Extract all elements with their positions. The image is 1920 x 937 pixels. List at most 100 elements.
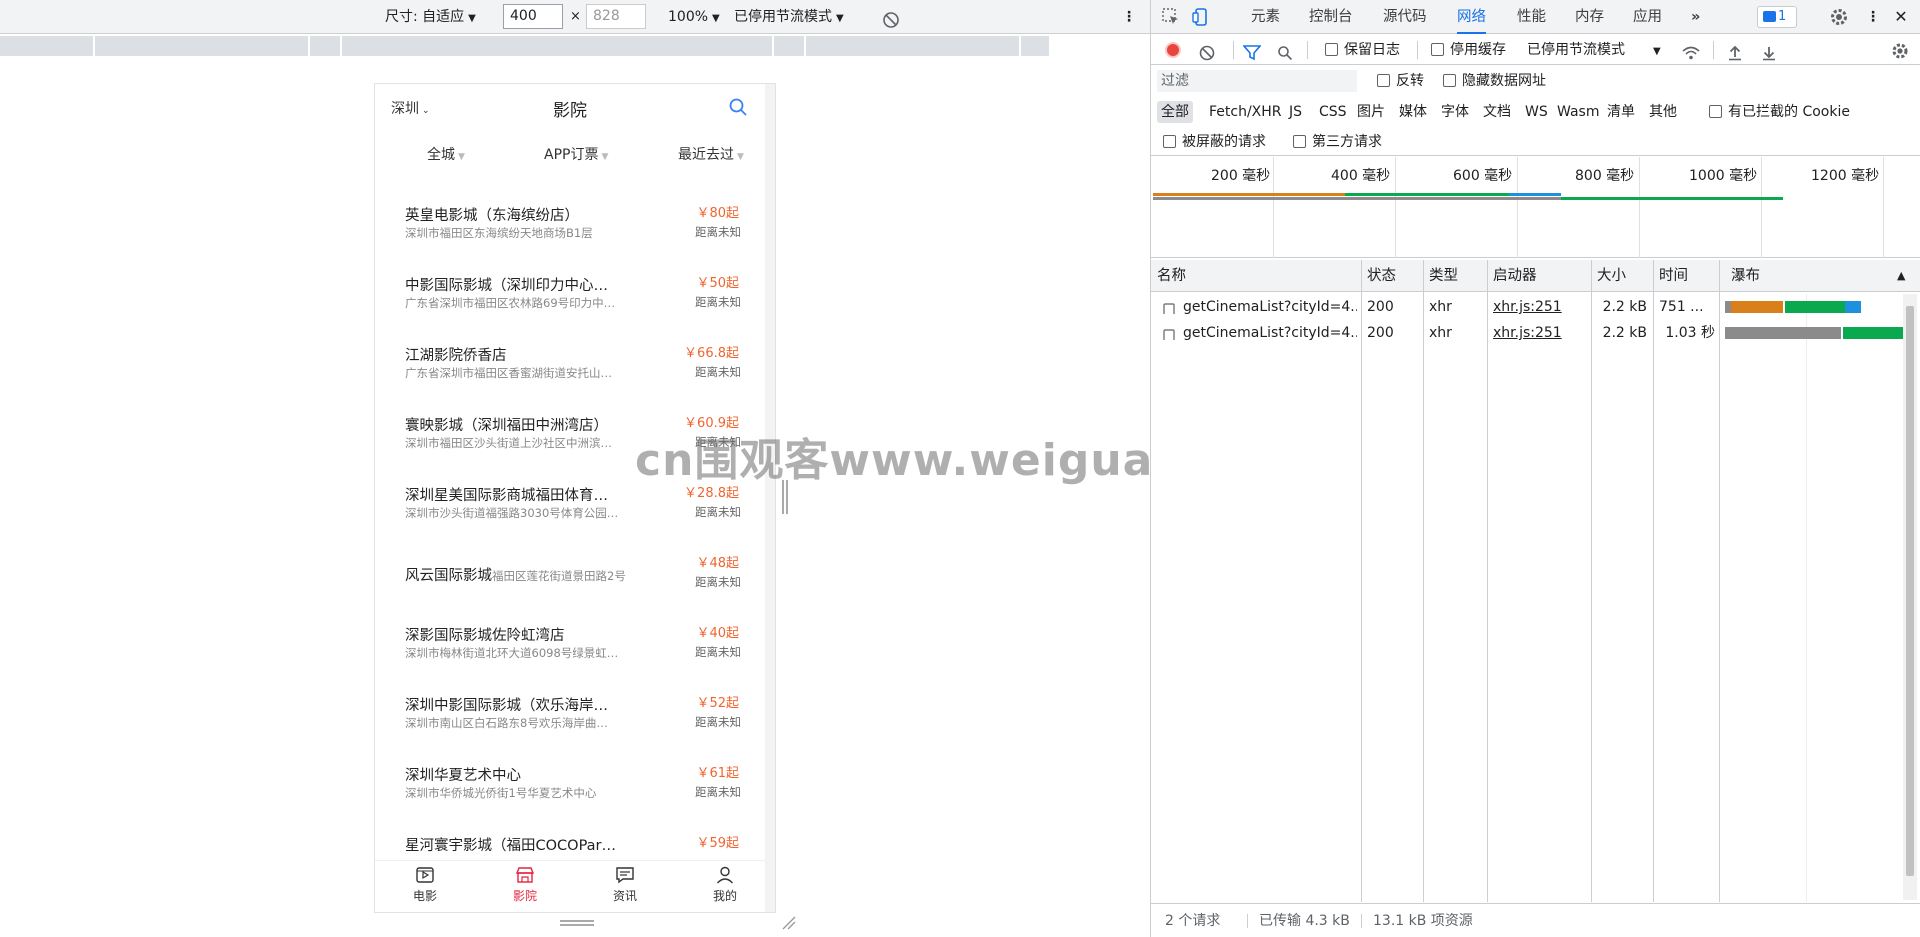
tab-elements[interactable]: 元素 (1251, 0, 1280, 34)
type-filter-ws[interactable]: WS (1521, 101, 1552, 123)
hide-data-urls-checkbox[interactable]: 隐藏数据网址 (1443, 66, 1546, 96)
more-options-icon[interactable]: ⋮ (1863, 7, 1883, 27)
search-icon[interactable] (1277, 42, 1293, 61)
column-time[interactable]: 时间 (1653, 260, 1688, 292)
inspect-element-icon[interactable] (1161, 7, 1181, 27)
search-icon[interactable] (727, 96, 749, 118)
clear-icon[interactable] (1199, 42, 1215, 61)
rotate-icon[interactable] (882, 8, 900, 28)
tab-cinema[interactable]: 影院 (495, 865, 555, 904)
import-har-icon[interactable] (1727, 42, 1743, 61)
column-waterfall[interactable]: 瀑布 (1725, 260, 1760, 292)
checkbox[interactable] (1377, 74, 1390, 87)
type-filter-manifest[interactable]: 清单 (1603, 101, 1639, 123)
type-filter-img[interactable]: 图片 (1353, 101, 1389, 123)
page-title: 影院 (553, 101, 587, 121)
devtools-panel: 元素 控制台 源代码 网络 性能 内存 应用 » 1 ⋮ ✕ 保留日志 停用缓存 (1150, 0, 1920, 937)
cinema-item[interactable]: 英皇电影城（东海缤纷店） 深圳市福田区东海缤纷天地商场B1层 ￥80起 距离未知 (375, 194, 765, 264)
zoom-dropdown[interactable]: 100% ▼ (668, 0, 720, 34)
settings-gear-icon[interactable] (1829, 7, 1849, 27)
device-throttle-dropdown[interactable]: 已停用节流模式 ▼ (734, 0, 844, 34)
table-row[interactable]: getCinemaList?cityId=4... 200 xhr xhr.js… (1151, 294, 1920, 320)
close-icon[interactable]: ✕ (1891, 7, 1911, 27)
cinema-item[interactable]: 深圳华夏艺术中心 深圳市华侨城光侨街1号华夏艺术中心 ￥61起 距离未知 (375, 754, 765, 824)
preserve-log-checkbox[interactable]: 保留日志 (1325, 35, 1400, 65)
checkbox[interactable] (1709, 105, 1722, 118)
cinema-item[interactable]: 深圳中影国际影城（欢乐海岸… 深圳市南山区白石路东8号欢乐海岸曲… ￥52起 距… (375, 684, 765, 754)
export-har-icon[interactable] (1761, 42, 1777, 61)
column-status[interactable]: 状态 (1361, 260, 1396, 292)
device-size-dropdown[interactable]: 尺寸: 自适应 ▼ (385, 0, 476, 34)
invert-checkbox[interactable]: 反转 (1377, 66, 1424, 96)
network-throttle-dropdown[interactable]: 已停用节流模式 ▼ (1527, 35, 1661, 65)
type-filter-css[interactable]: CSS (1315, 101, 1351, 123)
request-name[interactable]: getCinemaList?cityId=4... (1183, 320, 1357, 346)
request-initiator-link[interactable]: xhr.js:251 (1493, 294, 1562, 320)
tab-mine[interactable]: 我的 (695, 865, 755, 904)
checkbox[interactable] (1163, 135, 1176, 148)
table-row[interactable]: getCinemaList?cityId=4... 200 xhr xhr.js… (1151, 320, 1920, 346)
checkbox[interactable] (1431, 43, 1444, 56)
type-filter-media[interactable]: 媒体 (1395, 101, 1431, 123)
type-filter-font[interactable]: 字体 (1437, 101, 1473, 123)
type-filter-doc[interactable]: 文档 (1479, 101, 1515, 123)
device-height-input[interactable]: 828 (586, 4, 646, 29)
type-filter-fetch-xhr[interactable]: Fetch/XHR (1205, 101, 1286, 123)
filter-app-booking[interactable]: APP订票 ▼ (544, 144, 608, 164)
checkbox[interactable] (1293, 135, 1306, 148)
cinema-price: ￥59起 (696, 836, 739, 851)
cinema-address: 深圳市梅林街道北环大道6098号绿景虹… (405, 646, 619, 660)
cinema-item[interactable]: 深影国际影城佐阾虹湾店 深圳市梅林街道北环大道6098号绿景虹… ￥40起 距离… (375, 614, 765, 684)
viewport-corner-resize-handle[interactable] (780, 914, 796, 930)
table-scrollbar[interactable] (1903, 294, 1917, 900)
more-options-icon[interactable]: ⋮ (1122, 0, 1136, 34)
cinema-item[interactable]: 中影国际影城（深圳印力中心… 广东省深圳市福田区农林路69号印力中… ￥50起 … (375, 264, 765, 334)
tab-sources[interactable]: 源代码 (1383, 0, 1427, 34)
cinema-distance: 距离未知 (695, 295, 741, 309)
network-settings-gear-icon[interactable] (1891, 41, 1909, 59)
type-filter-all[interactable]: 全部 (1157, 101, 1193, 123)
tab-console[interactable]: 控制台 (1309, 0, 1353, 34)
cinema-item[interactable]: 江湖影院侨香店 广东省深圳市福田区香蜜湖街道安托山… ￥66.8起 距离未知 (375, 334, 765, 404)
checkbox[interactable] (1443, 74, 1456, 87)
column-name[interactable]: 名称 (1151, 260, 1186, 292)
cinema-item[interactable]: 风云国际影城福田区莲花街道景田路2号 ￥48起 距离未知 (375, 544, 765, 614)
blocked-cookies-checkbox[interactable]: 有已拦截的 Cookie (1705, 101, 1854, 123)
more-tabs-icon[interactable]: » (1691, 0, 1700, 34)
device-width-input[interactable]: 400 (503, 4, 563, 29)
tab-network[interactable]: 网络 (1457, 0, 1486, 34)
column-type[interactable]: 类型 (1423, 260, 1458, 292)
viewport-scrollbar[interactable] (765, 84, 775, 912)
tab-application[interactable]: 应用 (1633, 0, 1662, 34)
filter-input[interactable]: 过滤 (1157, 70, 1357, 92)
tab-memory[interactable]: 内存 (1575, 0, 1604, 34)
type-filter-js[interactable]: JS (1285, 101, 1306, 123)
filter-region[interactable]: 全城 ▼ (427, 144, 465, 164)
filter-icon[interactable] (1242, 42, 1262, 61)
requests-table-header: 名称 状态 类型 启动器 大小 时间 瀑布 ▲ (1151, 260, 1920, 292)
request-initiator-link[interactable]: xhr.js:251 (1493, 320, 1562, 346)
type-filter-wasm[interactable]: Wasm (1553, 101, 1603, 123)
network-overview-timeline[interactable]: 200 毫秒 400 毫秒 600 毫秒 800 毫秒 1000 毫秒 1200… (1151, 157, 1920, 258)
tab-performance[interactable]: 性能 (1517, 0, 1546, 34)
media-query-ruler[interactable] (0, 36, 1150, 56)
disable-cache-checkbox[interactable]: 停用缓存 (1431, 35, 1506, 65)
request-name[interactable]: getCinemaList?cityId=4... (1183, 294, 1357, 320)
device-toggle-icon[interactable] (1191, 7, 1211, 27)
tab-news[interactable]: 资讯 (595, 865, 655, 904)
column-initiator[interactable]: 启动器 (1487, 260, 1537, 292)
tab-movie[interactable]: 电影 (395, 865, 455, 904)
chevron-down-icon: ▼ (712, 13, 720, 24)
filter-recent[interactable]: 最近去过 ▼ (678, 144, 744, 164)
blocked-requests-checkbox[interactable]: 被屏蔽的请求 (1163, 128, 1266, 156)
scrollbar-thumb[interactable] (1906, 306, 1914, 876)
sort-up-icon[interactable]: ▲ (1891, 260, 1905, 292)
viewport-bottom-resize-handle[interactable] (560, 920, 594, 926)
type-filter-other[interactable]: 其他 (1645, 101, 1681, 123)
record-icon[interactable] (1165, 42, 1181, 58)
column-size[interactable]: 大小 (1591, 260, 1626, 292)
checkbox[interactable] (1325, 43, 1338, 56)
issues-badge[interactable]: 1 (1757, 6, 1797, 28)
third-party-checkbox[interactable]: 第三方请求 (1293, 128, 1382, 156)
network-conditions-icon[interactable] (1681, 42, 1701, 60)
